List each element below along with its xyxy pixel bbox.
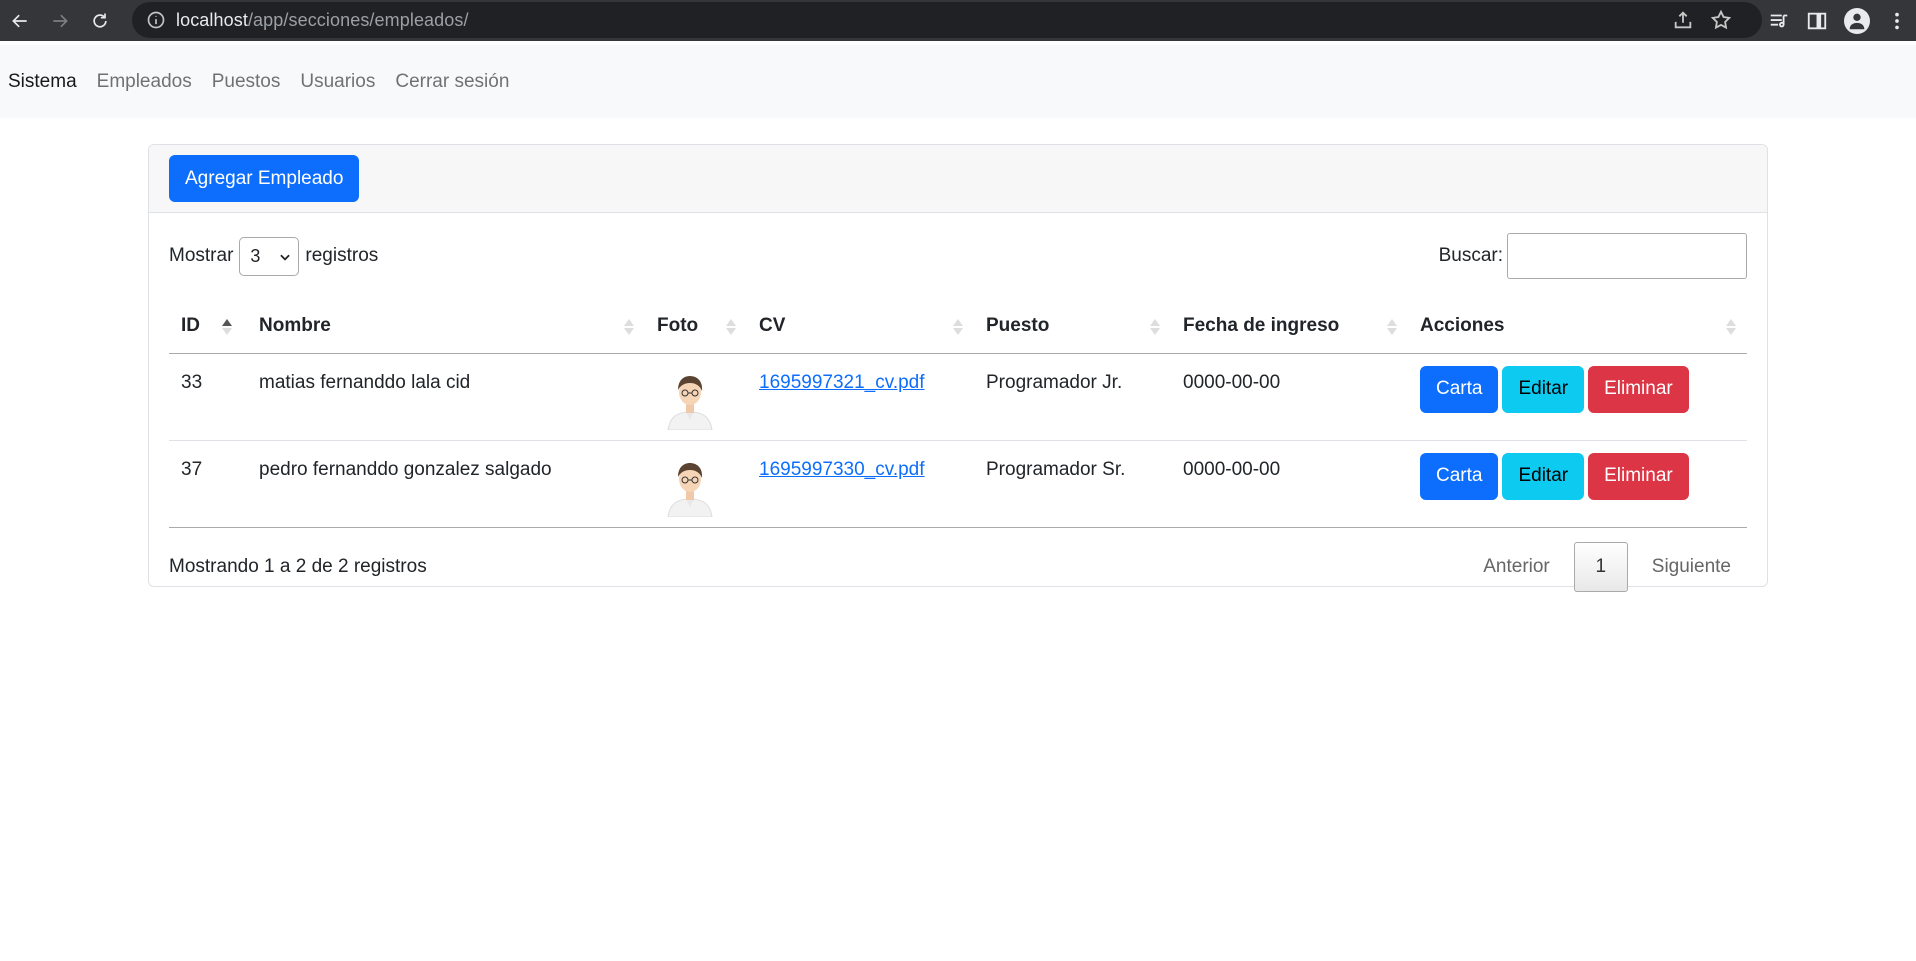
nav-link-cerrar-sesion[interactable]: Cerrar sesión — [395, 71, 509, 93]
sort-icon — [953, 319, 963, 335]
cell-acciones: Carta Editar Eliminar — [1408, 440, 1747, 528]
table-header-row: ID Nombre Foto CV Puesto Fecha de ingres… — [169, 299, 1747, 354]
eliminar-button[interactable]: Eliminar — [1588, 365, 1689, 413]
page-length-select[interactable]: 3 — [239, 236, 300, 276]
cv-link[interactable]: 1695997321_cv.pdf — [759, 372, 925, 393]
records-label: registros — [305, 245, 379, 266]
column-label: Fecha de ingreso — [1183, 314, 1340, 336]
employees-table: ID Nombre Foto CV Puesto Fecha de ingres… — [169, 299, 1747, 528]
url-host: localhost — [176, 9, 248, 30]
column-header-puesto[interactable]: Puesto — [974, 299, 1171, 354]
editar-button[interactable]: Editar — [1502, 452, 1585, 500]
page-length-control: Mostrar 3 registros — [169, 236, 379, 276]
column-label: Nombre — [259, 314, 331, 336]
sort-icon — [624, 319, 634, 335]
column-header-fecha[interactable]: Fecha de ingreso — [1171, 299, 1408, 354]
column-label: ID — [181, 314, 200, 336]
employee-photo-avatar — [667, 375, 713, 430]
employees-card: Agregar Empleado Mostrar 3 registros Bus… — [148, 144, 1768, 592]
cell-foto — [645, 440, 747, 528]
nav-link-empleados[interactable]: Empleados — [97, 71, 192, 93]
table-row: 37 pedro fernanddo gonzalez salgado 1695… — [169, 440, 1747, 528]
pagination-page-current[interactable]: 1 — [1573, 541, 1628, 592]
address-bar[interactable]: localhost/app/secciones/empleados/ — [132, 2, 1762, 38]
side-panel-icon[interactable] — [1806, 10, 1828, 32]
cv-link[interactable]: 1695997330_cv.pdf — [759, 459, 925, 480]
table-controls: Mostrar 3 registros Buscar: — [169, 213, 1747, 299]
column-header-cv[interactable]: CV — [747, 299, 974, 354]
back-arrow-icon[interactable] — [0, 0, 40, 41]
pagination: Anterior 1 Siguiente — [1467, 541, 1747, 592]
profile-avatar-icon[interactable] — [1844, 7, 1870, 34]
column-label: Puesto — [986, 314, 1050, 336]
employee-photo-avatar — [667, 462, 713, 517]
url-text: localhost/app/secciones/empleados/ — [176, 10, 469, 31]
cell-id: 33 — [169, 353, 247, 441]
chevron-down-icon — [280, 254, 291, 261]
share-icon[interactable] — [1672, 9, 1694, 31]
pagination-next[interactable]: Siguiente — [1636, 556, 1747, 578]
sort-icon — [1150, 319, 1160, 335]
cell-cv: 1695997321_cv.pdf — [747, 353, 974, 441]
media-queue-icon[interactable] — [1768, 10, 1790, 32]
table-footer: Mostrando 1 a 2 de 2 registros Anterior … — [169, 528, 1747, 606]
sort-icon — [726, 319, 736, 335]
cell-puesto: Programador Sr. — [974, 440, 1171, 528]
cell-puesto: Programador Jr. — [974, 353, 1171, 441]
forward-arrow-icon[interactable] — [40, 0, 80, 41]
carta-button[interactable]: Carta — [1420, 365, 1499, 413]
cell-nombre: pedro fernanddo gonzalez salgado — [247, 440, 645, 528]
cell-fecha: 0000-00-00 — [1171, 353, 1408, 441]
cell-nombre: matias fernanddo lala cid — [247, 353, 645, 441]
nav-link-puestos[interactable]: Puestos — [212, 71, 281, 93]
site-info-icon[interactable] — [146, 10, 166, 30]
search-input[interactable] — [1507, 233, 1747, 279]
editar-button[interactable]: Editar — [1502, 365, 1585, 413]
bookmark-star-icon[interactable] — [1710, 9, 1732, 31]
carta-button[interactable]: Carta — [1420, 452, 1499, 500]
cell-acciones: Carta Editar Eliminar — [1408, 353, 1747, 441]
add-employee-button[interactable]: Agregar Empleado — [169, 155, 360, 202]
more-options-icon[interactable] — [1886, 10, 1908, 32]
reload-icon[interactable] — [80, 0, 120, 41]
column-label: Foto — [657, 314, 699, 336]
search-label: Buscar: — [1438, 245, 1503, 266]
table-row: 33 matias fernanddo lala cid 1695997321_… — [169, 353, 1747, 441]
show-label: Mostrar — [169, 245, 234, 266]
column-header-foto[interactable]: Foto — [645, 299, 747, 354]
card-body: Mostrar 3 registros Buscar: ID Nombre Fo… — [149, 213, 1767, 606]
nav-link-usuarios[interactable]: Usuarios — [300, 71, 375, 93]
url-path: /app/secciones/empleados/ — [247, 9, 469, 30]
sort-icon — [1387, 319, 1397, 335]
browser-toolbar: localhost/app/secciones/empleados/ — [0, 0, 1916, 41]
pagination-previous[interactable]: Anterior — [1467, 556, 1566, 578]
page-length-value: 3 — [250, 245, 261, 266]
column-header-nombre[interactable]: Nombre — [247, 299, 645, 354]
sort-icon — [1726, 319, 1736, 335]
cell-foto — [645, 353, 747, 441]
column-header-id[interactable]: ID — [169, 299, 247, 354]
nav-brand-sistema[interactable]: Sistema — [8, 71, 77, 93]
column-header-acciones[interactable]: Acciones — [1408, 299, 1747, 354]
column-label: Acciones — [1420, 314, 1505, 336]
app-navbar: Sistema Empleados Puestos Usuarios Cerra… — [0, 45, 1916, 118]
sort-asc-icon — [222, 319, 232, 335]
cell-fecha: 0000-00-00 — [1171, 440, 1408, 528]
eliminar-button[interactable]: Eliminar — [1588, 452, 1689, 500]
table-info: Mostrando 1 a 2 de 2 registros — [169, 555, 427, 577]
cell-id: 37 — [169, 440, 247, 528]
card-header: Agregar Empleado — [149, 145, 1767, 213]
column-label: CV — [759, 314, 786, 336]
cell-cv: 1695997330_cv.pdf — [747, 440, 974, 528]
search-control: Buscar: — [1439, 233, 1747, 279]
